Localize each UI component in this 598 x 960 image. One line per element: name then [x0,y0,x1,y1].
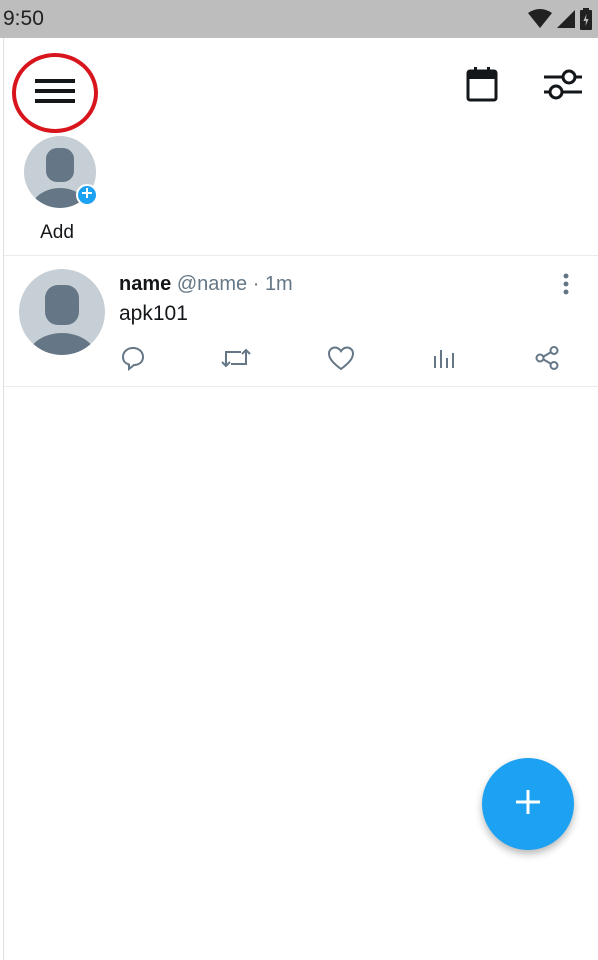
calendar-icon [466,66,498,107]
filter-button[interactable] [540,64,584,108]
wifi-icon [528,9,552,34]
add-account-badge [76,184,98,206]
battery-icon [580,8,592,35]
tweet-header: name @name · 1m [119,273,293,296]
signal-icon [556,9,576,34]
tweet-share-button[interactable] [531,344,563,376]
tweet-time: 1m [264,273,293,295]
reply-icon [120,345,146,376]
tweet-author-name: name [119,273,172,295]
plus-icon [515,789,541,820]
filter-sliders-icon [542,67,582,106]
compose-fab[interactable] [482,758,574,850]
add-account-label: Add [40,222,74,243]
tweet-more-button[interactable] [556,272,576,300]
status-time: 9:50 [3,7,44,30]
plus-icon [81,186,93,204]
calendar-button[interactable] [462,66,502,106]
tweet-like-button[interactable] [325,344,357,376]
tweet-analytics-button[interactable] [428,344,460,376]
tweet-reply-button[interactable] [117,344,149,376]
share-icon [534,345,560,376]
divider-bottom [4,386,598,387]
analytics-icon [432,346,456,375]
tweet-meta-separator: · [247,273,265,295]
menu-highlight-ring [12,53,98,133]
like-icon [327,345,355,376]
status-icons [528,8,592,35]
tweet-avatar[interactable] [19,269,105,355]
add-account-button[interactable]: Add [24,136,100,246]
tweet-author-handle: @name [176,273,248,295]
status-bar: 9:50 [0,0,598,38]
tweet-text: apk101 [119,302,188,325]
tweet-retweet-button[interactable] [220,344,252,376]
more-vertical-icon [563,273,569,300]
tweet-item[interactable]: name @name · 1m apk101 [4,256,598,386]
retweet-icon [221,346,251,375]
